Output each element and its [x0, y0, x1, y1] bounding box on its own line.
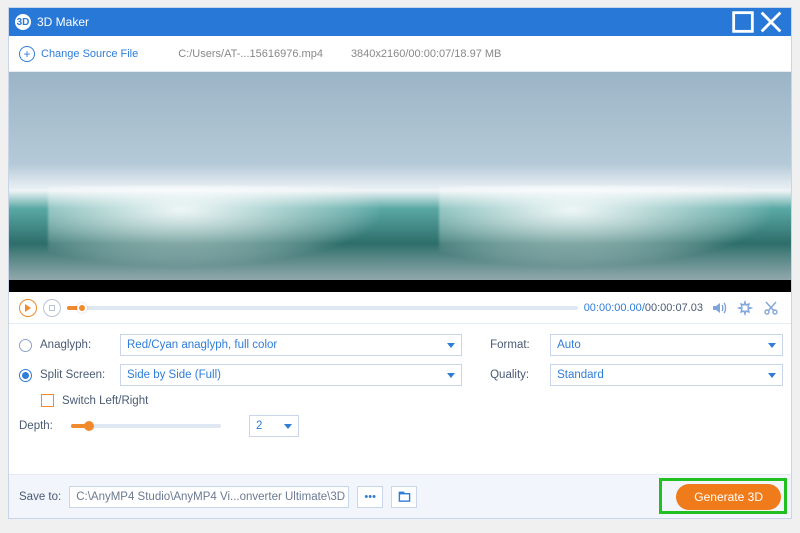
anaglyph-row: Anaglyph: Red/Cyan anaglyph, full color [19, 334, 462, 356]
generate-button[interactable]: Generate 3D [676, 484, 781, 510]
source-bar: + Change Source File C:/Users/AT-...1561… [9, 36, 791, 72]
split-radio[interactable] [19, 369, 32, 382]
anaglyph-select[interactable]: Red/Cyan anaglyph, full color [120, 334, 462, 356]
split-row: Split Screen: Side by Side (Full) [19, 364, 462, 386]
chevron-down-icon [768, 373, 776, 378]
app-icon: 3D [15, 14, 31, 30]
anaglyph-label: Anaglyph: [40, 339, 112, 351]
app-title: 3D Maker [37, 15, 729, 29]
chevron-down-icon [447, 343, 455, 348]
time-duration: 00:00:07.03 [645, 302, 703, 314]
format-row: Format: Auto [490, 334, 783, 356]
split-value: Side by Side (Full) [127, 369, 221, 381]
switch-checkbox[interactable] [41, 394, 54, 407]
options-left: Anaglyph: Red/Cyan anaglyph, full color … [19, 334, 462, 470]
depth-row: Depth: 2 [19, 415, 462, 437]
anaglyph-value: Red/Cyan anaglyph, full color [127, 339, 277, 351]
format-label: Format: [490, 339, 542, 351]
options-panel: Anaglyph: Red/Cyan anaglyph, full color … [9, 324, 791, 474]
format-value: Auto [557, 339, 581, 351]
depth-value: 2 [256, 420, 262, 432]
generate-label: Generate 3D [694, 490, 763, 504]
snapshot-button[interactable] [735, 298, 755, 318]
options-right: Format: Auto Quality: Standard [472, 334, 783, 470]
maximize-button[interactable] [729, 12, 757, 32]
split-select[interactable]: Side by Side (Full) [120, 364, 462, 386]
right-eye-pane [400, 72, 791, 292]
seek-thumb[interactable] [77, 303, 87, 313]
save-path-value: C:\AnyMP4 Studio\AnyMP4 Vi...onverter Ul… [76, 491, 349, 503]
seek-slider[interactable] [67, 306, 578, 310]
play-button[interactable] [19, 299, 37, 317]
open-folder-button[interactable] [391, 486, 417, 508]
time-display: 00:00:00.00/00:00:07.03 [584, 302, 703, 314]
chevron-down-icon [768, 343, 776, 348]
quality-row: Quality: Standard [490, 364, 783, 386]
quality-select[interactable]: Standard [550, 364, 783, 386]
switch-row: Switch Left/Right [41, 394, 462, 407]
play-controls: 00:00:00.00/00:00:07.03 [9, 292, 791, 324]
anaglyph-radio[interactable] [19, 339, 32, 352]
chevron-down-icon [447, 373, 455, 378]
depth-slider[interactable] [71, 424, 221, 428]
volume-button[interactable] [709, 298, 729, 318]
split-label: Split Screen: [40, 369, 112, 381]
left-eye-pane [9, 72, 400, 292]
save-to-label: Save to: [19, 491, 61, 503]
chevron-down-icon [284, 424, 292, 429]
quality-value: Standard [557, 369, 604, 381]
stop-button[interactable] [43, 299, 61, 317]
quality-label: Quality: [490, 369, 542, 381]
letterbox [9, 280, 791, 292]
cut-button[interactable] [761, 298, 781, 318]
depth-label: Depth: [19, 420, 63, 432]
video-preview [9, 72, 791, 292]
bottom-bar: Save to: C:\AnyMP4 Studio\AnyMP4 Vi...on… [9, 474, 791, 518]
browse-button[interactable]: ••• [357, 486, 383, 508]
depth-select[interactable]: 2 [249, 415, 299, 437]
depth-thumb[interactable] [84, 421, 94, 431]
close-button[interactable] [757, 12, 785, 32]
format-select[interactable]: Auto [550, 334, 783, 356]
app-window: 3D 3D Maker + Change Source File C:/User… [8, 7, 792, 519]
plus-icon: + [19, 46, 35, 62]
change-source-label: Change Source File [41, 48, 138, 60]
change-source-button[interactable]: + Change Source File [19, 46, 138, 62]
titlebar: 3D 3D Maker [9, 8, 791, 36]
time-current: 00:00:00.00 [584, 302, 642, 314]
switch-label: Switch Left/Right [62, 395, 148, 407]
save-path-field[interactable]: C:\AnyMP4 Studio\AnyMP4 Vi...onverter Ul… [69, 486, 349, 508]
source-path: C:/Users/AT-...15616976.mp4 [178, 48, 323, 60]
source-meta: 3840x2160/00:00:07/18.97 MB [351, 48, 501, 60]
